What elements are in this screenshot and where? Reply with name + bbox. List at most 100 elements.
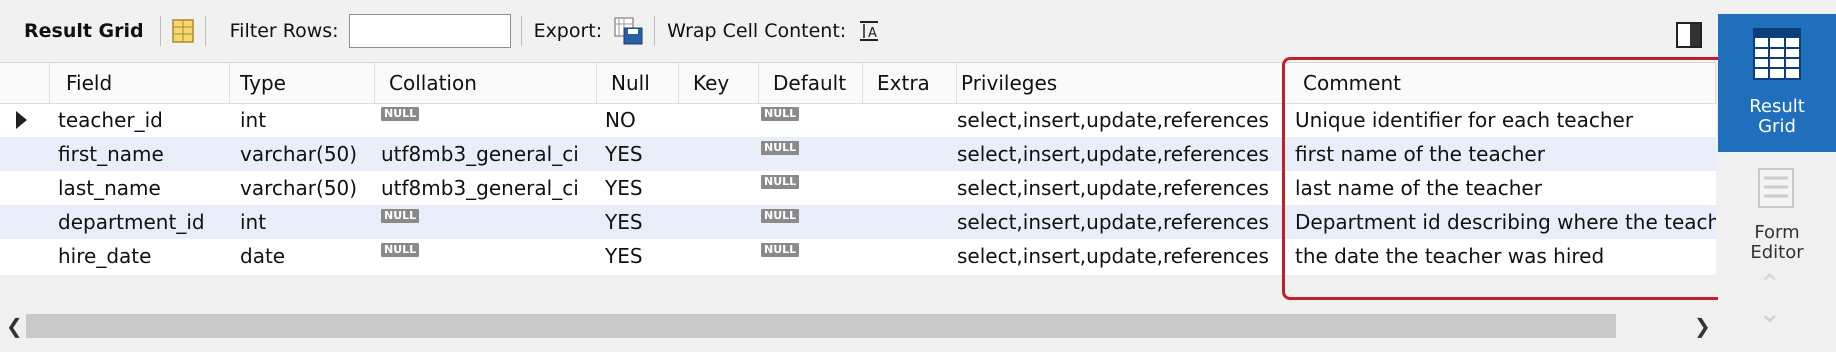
result-grid-icon xyxy=(1751,26,1803,87)
column-header-default[interactable]: Default xyxy=(759,63,863,103)
table-row[interactable]: hire_date date NULL YES NULL select,insert,up… xyxy=(0,239,1716,273)
cell-collation[interactable]: utf8mb3_general_ci xyxy=(375,137,597,171)
cell-default[interactable]: NULL xyxy=(759,137,863,171)
table-row[interactable]: teacher_id int NULL NO NULL select,insert,upd… xyxy=(0,103,1716,137)
cell-key[interactable] xyxy=(679,239,759,273)
toolbar-divider xyxy=(159,16,161,46)
scroll-left-icon[interactable]: ❮ xyxy=(6,314,23,338)
side-panel: Result Grid Form Editor ⌃ ⌄ xyxy=(1718,0,1836,352)
form-editor-icon xyxy=(1755,166,1799,215)
result-grid-view-label-1: Result xyxy=(1749,96,1805,117)
null-badge: NULL xyxy=(381,107,420,121)
result-grid-label: Result Grid xyxy=(24,20,144,42)
cell-type[interactable]: int xyxy=(230,103,375,137)
cell-extra[interactable] xyxy=(863,103,957,137)
cell-null[interactable]: YES xyxy=(597,137,679,171)
chevron-down-icon[interactable]: ⌄ xyxy=(1758,296,1781,329)
table-row[interactable]: last_name varchar(50) utf8mb3_general_ci YE… xyxy=(0,171,1716,205)
cell-extra[interactable] xyxy=(863,239,957,273)
toolbar-divider xyxy=(654,16,656,46)
cell-null[interactable]: NO xyxy=(597,103,679,137)
wrap-cell-label: Wrap Cell Content: xyxy=(667,20,847,42)
cell-field[interactable]: department_id xyxy=(50,205,230,239)
null-badge: NULL xyxy=(381,243,420,257)
cell-type[interactable]: varchar(50) xyxy=(230,137,375,171)
cell-default[interactable]: NULL xyxy=(759,205,863,239)
column-header-privileges[interactable]: Privileges xyxy=(957,63,1285,103)
cell-collation[interactable]: NULL xyxy=(375,239,597,273)
toolbar-divider xyxy=(204,16,206,46)
cell-collation[interactable]: NULL xyxy=(375,205,597,239)
cell-comment[interactable]: last name of the teacher xyxy=(1285,171,1716,205)
horizontal-scrollbar[interactable]: ❮ ❯ xyxy=(0,310,1716,346)
table-row[interactable]: first_name varchar(50) utf8mb3_general_ci Y… xyxy=(0,137,1716,171)
null-badge: NULL xyxy=(761,175,800,189)
cell-key[interactable] xyxy=(679,103,759,137)
grid-header: Field Type Collation Null Key Default Ex… xyxy=(0,63,1716,104)
cell-field[interactable]: teacher_id xyxy=(50,103,230,137)
cell-extra[interactable] xyxy=(863,171,957,205)
cell-type[interactable]: varchar(50) xyxy=(230,171,375,205)
export-label: Export: xyxy=(533,20,603,42)
null-badge: NULL xyxy=(381,209,420,223)
scrollbar-thumb[interactable] xyxy=(26,314,1616,338)
cell-comment[interactable]: Unique identifier for each teacher xyxy=(1285,103,1716,137)
cell-field[interactable]: first_name xyxy=(50,137,230,171)
column-header-collation[interactable]: Collation xyxy=(375,63,597,103)
toolbar-divider xyxy=(520,16,522,46)
cell-type[interactable]: int xyxy=(230,205,375,239)
column-header-comment[interactable]: Comment xyxy=(1285,63,1716,103)
column-header-key[interactable]: Key xyxy=(679,63,759,103)
null-badge: NULL xyxy=(761,141,800,155)
column-header-field[interactable]: Field xyxy=(50,63,230,103)
cell-privileges[interactable]: select,insert,update,references xyxy=(957,239,1285,273)
cell-comment[interactable]: Department id describing where the teach… xyxy=(1285,205,1716,239)
export-save-icon[interactable] xyxy=(612,16,644,46)
cell-null[interactable]: YES xyxy=(597,239,679,273)
filter-rows-label: Filter Rows: xyxy=(229,20,339,42)
cell-key[interactable] xyxy=(679,171,759,205)
wrap-text-icon[interactable]: A xyxy=(856,18,882,44)
cell-collation[interactable]: NULL xyxy=(375,103,597,137)
result-toolbar: Result Grid Filter Rows: Export: Wrap Ce… xyxy=(0,0,1716,63)
cell-comment[interactable]: first name of the teacher xyxy=(1285,137,1716,171)
cell-extra[interactable] xyxy=(863,137,957,171)
result-grid-view-label-2: Grid xyxy=(1758,116,1796,137)
cell-null[interactable]: YES xyxy=(597,205,679,239)
cell-privileges[interactable]: select,insert,update,references xyxy=(957,205,1285,239)
row-pointer-icon xyxy=(16,111,27,129)
cell-field[interactable]: hire_date xyxy=(50,239,230,273)
table-row[interactable]: department_id int NULL YES NULL select,insert… xyxy=(0,205,1716,239)
filter-rows-input[interactable] xyxy=(348,14,511,48)
column-header-type[interactable]: Type xyxy=(230,63,375,103)
scroll-right-icon[interactable]: ❯ xyxy=(1694,314,1711,338)
cell-field[interactable]: last_name xyxy=(50,171,230,205)
cell-collation[interactable]: utf8mb3_general_ci xyxy=(375,171,597,205)
row-header-corner xyxy=(0,63,50,103)
form-editor-view-label-1: Form xyxy=(1754,222,1800,243)
cell-null[interactable]: YES xyxy=(597,171,679,205)
grid-icon[interactable] xyxy=(171,18,195,44)
column-header-null[interactable]: Null xyxy=(597,63,679,103)
cell-privileges[interactable]: select,insert,update,references xyxy=(957,137,1285,171)
null-badge: NULL xyxy=(761,209,800,223)
result-grid: Field Type Collation Null Key Default Ex… xyxy=(0,63,1716,275)
cell-privileges[interactable]: select,insert,update,references xyxy=(957,171,1285,205)
result-grid-view-button[interactable]: Result Grid xyxy=(1718,14,1836,152)
panel-toggle-icon[interactable] xyxy=(1676,22,1702,48)
cell-default[interactable]: NULL xyxy=(759,239,863,273)
column-header-extra[interactable]: Extra xyxy=(863,63,957,103)
cell-key[interactable] xyxy=(679,205,759,239)
cell-type[interactable]: date xyxy=(230,239,375,273)
cell-default[interactable]: NULL xyxy=(759,171,863,205)
null-badge: NULL xyxy=(761,107,800,121)
cell-default[interactable]: NULL xyxy=(759,103,863,137)
cell-extra[interactable] xyxy=(863,205,957,239)
form-editor-view-button[interactable]: Form Editor xyxy=(1718,160,1836,280)
cell-comment[interactable]: the date the teacher was hired xyxy=(1285,239,1716,273)
cell-key[interactable] xyxy=(679,137,759,171)
svg-text:A: A xyxy=(868,26,877,41)
null-badge: NULL xyxy=(761,243,800,257)
form-editor-view-label-2: Editor xyxy=(1750,242,1804,263)
cell-privileges[interactable]: select,insert,update,references xyxy=(957,103,1285,137)
